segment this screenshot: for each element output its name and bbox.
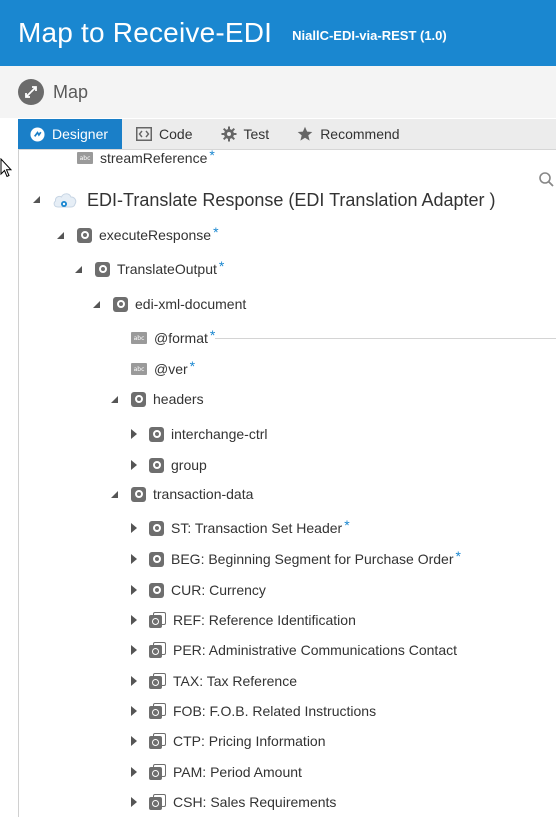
- tab-recommend[interactable]: Recommend: [283, 119, 413, 149]
- tree-node-segment-per[interactable]: PER: Administrative Communications Conta…: [149, 640, 457, 660]
- tree-node-group[interactable]: group: [149, 455, 207, 475]
- tree-node-translate-output[interactable]: TranslateOutput *: [95, 258, 225, 279]
- star-icon: [297, 126, 313, 142]
- tree-node-segment-beg[interactable]: BEG: Beginning Segment for Purchase Orde…: [149, 548, 461, 569]
- element-icon: [131, 486, 146, 502]
- page-title: Map to Receive-EDI: [18, 17, 273, 48]
- collapse-arrow-icon[interactable]: [57, 232, 64, 239]
- expand-arrow-icon[interactable]: [131, 645, 137, 655]
- code-icon: [136, 127, 153, 141]
- repeating-element-icon: [149, 764, 166, 780]
- element-icon: [149, 551, 164, 567]
- expand-arrow-icon[interactable]: [131, 736, 137, 746]
- tab-test[interactable]: Test: [207, 119, 284, 149]
- element-icon: [113, 296, 128, 312]
- expand-arrow-icon[interactable]: [131, 554, 137, 564]
- element-icon: [149, 457, 164, 473]
- tree-node-stream-reference[interactable]: abc streamReference *: [77, 147, 215, 168]
- mapper-toolbar: Designer Code Test Recommend: [18, 119, 556, 150]
- tree-node-segment-tax[interactable]: TAX: Tax Reference: [149, 671, 297, 691]
- repeating-element-icon: [149, 673, 166, 689]
- collapse-arrow-icon[interactable]: [93, 301, 100, 308]
- expand-arrow-icon[interactable]: [131, 676, 137, 686]
- tree-node-transaction-data[interactable]: transaction-data: [131, 484, 253, 504]
- cloud-adapter-icon: [53, 193, 77, 208]
- repeating-element-icon: [149, 612, 166, 628]
- map-bar: Map: [0, 66, 556, 118]
- tree-node-execute-response[interactable]: executeResponse *: [77, 224, 219, 245]
- collapse-arrow-icon[interactable]: [111, 396, 118, 403]
- repeating-element-icon: [149, 733, 166, 749]
- required-marker: *: [189, 358, 196, 374]
- expand-arrow-icon[interactable]: [131, 585, 137, 595]
- tree-node-segment-fob[interactable]: FOB: F.O.B. Related Instructions: [149, 701, 376, 721]
- element-icon: [95, 261, 110, 277]
- element-icon: [131, 391, 146, 407]
- expand-arrow-icon[interactable]: [131, 429, 137, 439]
- required-marker: *: [344, 517, 350, 533]
- search-icon[interactable]: [538, 171, 554, 189]
- repeating-element-icon: [149, 794, 166, 810]
- tree-node-segment-pam[interactable]: PAM: Period Amount: [149, 762, 302, 782]
- string-type-icon: abc: [131, 332, 147, 344]
- expand-arrow-icon[interactable]: [131, 615, 137, 625]
- expand-arrow-icon[interactable]: [131, 797, 137, 807]
- tree-node-edi-xml-document[interactable]: edi-xml-document: [113, 294, 246, 314]
- element-icon: [149, 520, 164, 536]
- string-type-icon: abc: [131, 363, 147, 375]
- collapse-arrow-icon[interactable]: [75, 266, 82, 273]
- page-header: Map to Receive-EDI NiallC-EDI-via-REST (…: [0, 0, 556, 66]
- tree-node-interchange-ctrl[interactable]: interchange-ctrl: [149, 424, 268, 444]
- tree-node-segment-ref[interactable]: REF: Reference Identification: [149, 610, 356, 630]
- map-icon[interactable]: [18, 79, 44, 105]
- element-icon: [77, 227, 92, 243]
- tab-code[interactable]: Code: [122, 119, 206, 149]
- tree-node-segment-ctp[interactable]: CTP: Pricing Information: [149, 731, 326, 751]
- element-icon: [149, 426, 164, 442]
- tree-node-segment-st[interactable]: ST: Transaction Set Header *: [149, 517, 350, 538]
- expand-arrow-icon[interactable]: [131, 706, 137, 716]
- mapping-line: [215, 338, 556, 339]
- repeating-element-icon: [149, 703, 166, 719]
- tab-code-label: Code: [159, 126, 193, 142]
- expand-arrow-icon[interactable]: [131, 523, 137, 533]
- tree-node-format-attr[interactable]: abc @format *: [131, 327, 216, 348]
- tree-node-headers[interactable]: headers: [131, 389, 204, 409]
- required-marker: *: [209, 327, 216, 343]
- collapse-arrow-icon[interactable]: [33, 196, 40, 203]
- gear-icon: [221, 126, 237, 142]
- expand-arrow-icon[interactable]: [131, 460, 137, 470]
- required-marker: *: [213, 224, 219, 240]
- required-marker: *: [209, 147, 215, 163]
- required-marker: *: [218, 258, 225, 274]
- tree-node-edi-translate-response[interactable]: EDI-Translate Response (EDI Translation …: [52, 188, 496, 212]
- designer-icon: [30, 126, 45, 142]
- required-marker: *: [455, 548, 461, 564]
- integration-name: NiallC-EDI-via-REST (1.0): [292, 27, 447, 43]
- tree-node-segment-cur[interactable]: CUR: Currency: [149, 580, 266, 600]
- repeating-element-icon: [149, 642, 166, 658]
- element-icon: [149, 582, 164, 598]
- collapse-arrow-icon[interactable]: [111, 491, 118, 498]
- tab-test-label: Test: [243, 126, 270, 142]
- tab-designer-label: Designer: [52, 126, 109, 142]
- tab-recommend-label: Recommend: [320, 126, 400, 142]
- string-type-icon: abc: [77, 152, 93, 164]
- tab-designer[interactable]: Designer: [18, 119, 123, 149]
- mouse-cursor-icon: [0, 158, 12, 178]
- tree-node-ver-attr[interactable]: abc @ver *: [131, 358, 196, 379]
- tree-node-segment-csh[interactable]: CSH: Sales Requirements: [149, 792, 336, 812]
- source-tree: abc streamReference * EDI-Translate Resp…: [18, 147, 556, 817]
- map-label: Map: [53, 81, 89, 102]
- expand-arrow-icon[interactable]: [131, 767, 137, 777]
